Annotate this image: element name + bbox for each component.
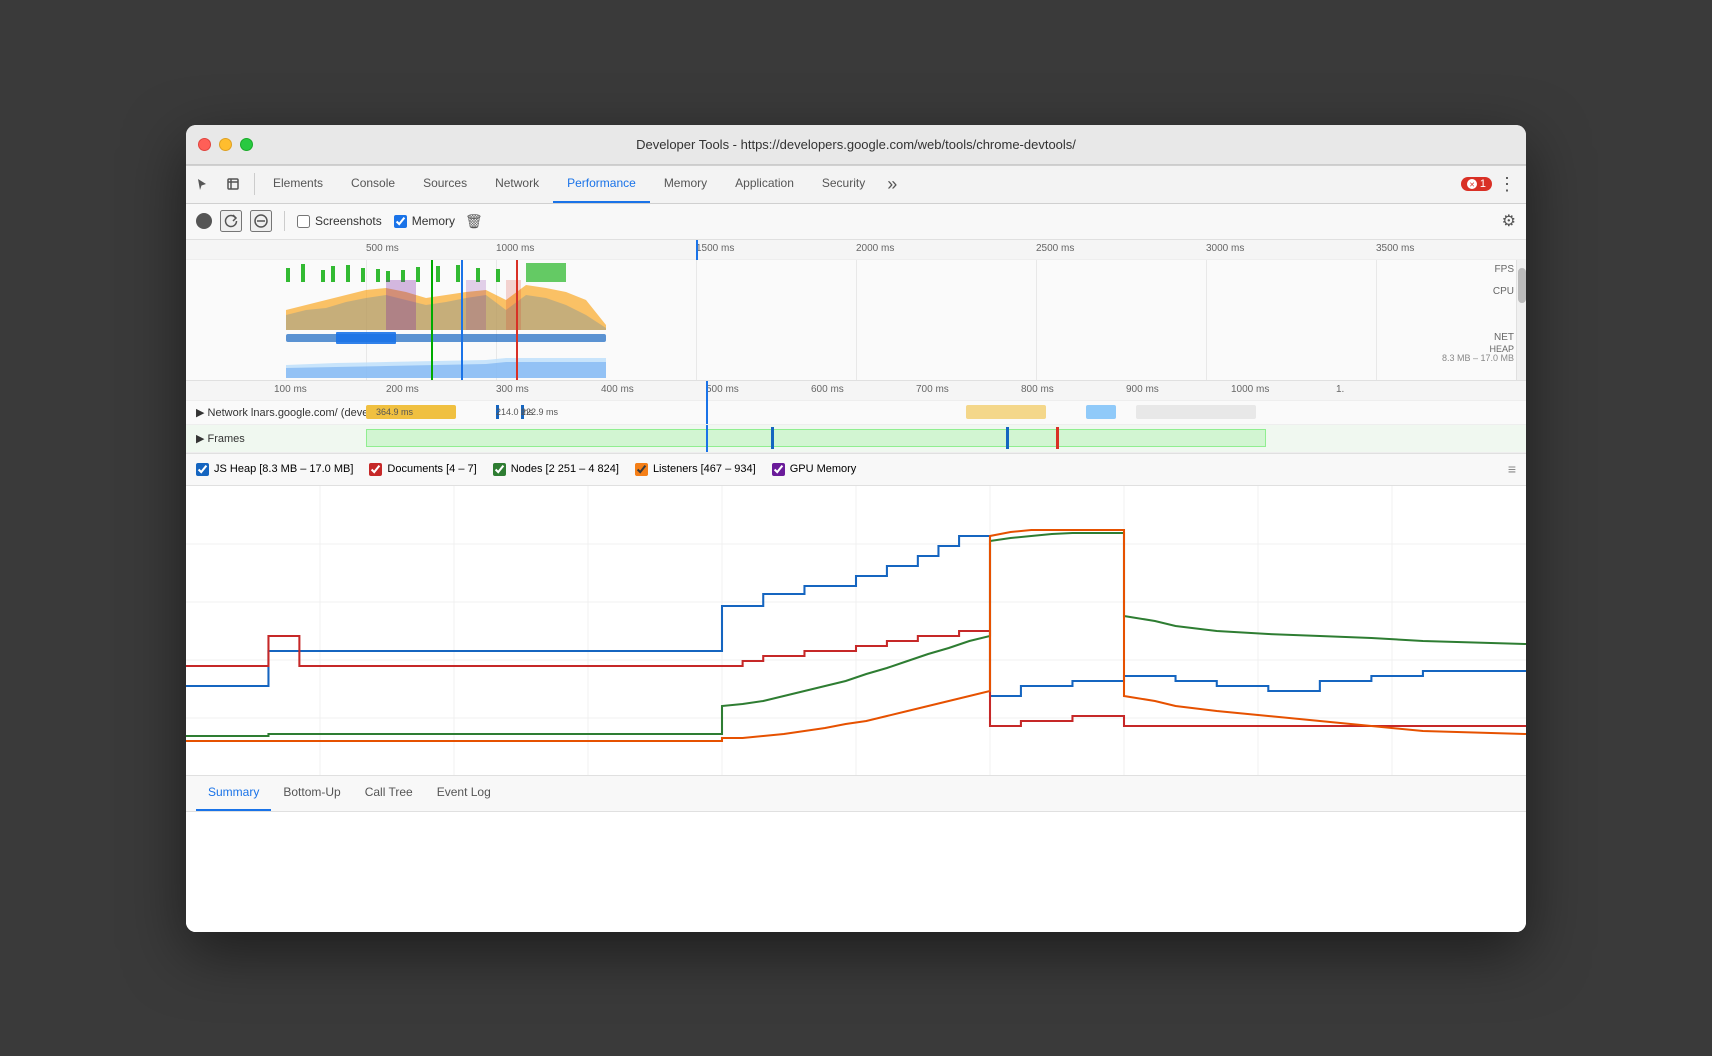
- reload-record-button[interactable]: [220, 210, 242, 232]
- frame-marker-3: [1056, 427, 1059, 449]
- bottom-tabs: Summary Bottom-Up Call Tree Event Log: [186, 776, 1526, 812]
- settings-icon[interactable]: ⚙: [1502, 211, 1516, 231]
- bottom-content: [186, 812, 1526, 932]
- tab-elements[interactable]: Elements: [259, 166, 337, 204]
- lower-blue-marker: [706, 401, 708, 424]
- tab-application[interactable]: Application: [721, 166, 808, 204]
- devtools-body: Elements Console Sources Network Perform…: [186, 165, 1526, 932]
- memory-graph: [186, 486, 1526, 776]
- tab-sources[interactable]: Sources: [409, 166, 481, 204]
- frames-row: ▶ Frames: [186, 425, 1526, 453]
- record-button[interactable]: [196, 213, 212, 229]
- time-2500ms: 2500 ms: [1036, 243, 1074, 254]
- legend-menu-icon[interactable]: ≡: [1508, 461, 1516, 477]
- time-3500ms: 3500 ms: [1376, 243, 1414, 254]
- upper-blue-marker: [696, 240, 698, 260]
- heap-range: 8.3 MB – 17.0 MB: [1442, 353, 1514, 363]
- frames-blue-marker: [706, 425, 708, 452]
- timing-1: 364.9 ms: [376, 407, 413, 417]
- inspect-icon[interactable]: [220, 171, 246, 197]
- cpu-label: CPU: [1493, 286, 1514, 297]
- more-tabs-icon[interactable]: »: [879, 174, 905, 195]
- frame-marker-1: [771, 427, 774, 449]
- svg-text:✕: ✕: [1469, 182, 1475, 189]
- memory-legend: JS Heap [8.3 MB – 17.0 MB] Documents [4 …: [186, 454, 1526, 486]
- network-row: ▶ Network lnars.google.com/ (developers.…: [186, 401, 1526, 425]
- toolbar-icons: [190, 171, 246, 197]
- timeline-upper: 500 ms 1000 ms 1500 ms 2000 ms 2500 ms 3…: [186, 240, 1526, 381]
- frames-label: ▶ Frames: [186, 432, 245, 445]
- error-badge: ✕ 1: [1461, 177, 1492, 191]
- memory-checkbox-label[interactable]: Memory: [394, 214, 455, 228]
- scrollbar[interactable]: [1516, 260, 1526, 380]
- time-scale-lower: 100 ms 200 ms 300 ms 400 ms 500 ms 600 m…: [186, 381, 1526, 401]
- timing-3: 222.9 ms: [521, 407, 558, 417]
- green-marker: [431, 260, 433, 380]
- divider: [284, 211, 285, 231]
- divider: [254, 173, 255, 195]
- tab-bar: Elements Console Sources Network Perform…: [186, 166, 1526, 204]
- tab-call-tree[interactable]: Call Tree: [353, 775, 425, 811]
- fps-chart: [186, 260, 1526, 282]
- screenshots-checkbox[interactable]: [297, 215, 310, 228]
- time-3000ms: 3000 ms: [1206, 243, 1244, 254]
- blue-marker: [461, 260, 463, 380]
- time-1500ms: 1500 ms: [696, 243, 734, 254]
- menu-icon[interactable]: ⋮: [1492, 174, 1522, 195]
- tab-memory[interactable]: Memory: [650, 166, 721, 204]
- performance-toolbar: Screenshots Memory 🗑 ⚙: [186, 204, 1526, 240]
- screenshots-checkbox-label[interactable]: Screenshots: [297, 214, 382, 228]
- tab-summary[interactable]: Summary: [196, 775, 271, 811]
- frames-area: [366, 429, 1266, 447]
- cpu-chart: [186, 280, 1526, 330]
- timeline-lower-section: 100 ms 200 ms 300 ms 400 ms 500 ms 600 m…: [186, 381, 1526, 454]
- net-chart: [186, 330, 1526, 348]
- listeners-legend: Listeners [467 – 934]: [635, 463, 756, 476]
- tab-bottom-up[interactable]: Bottom-Up: [271, 775, 352, 811]
- devtools-window: Developer Tools - https://developers.goo…: [186, 125, 1526, 932]
- red-marker: [516, 260, 518, 380]
- js-heap-legend: JS Heap [8.3 MB – 17.0 MB]: [196, 463, 353, 476]
- lower-blue-marker-top: [706, 381, 708, 401]
- documents-legend: Documents [4 – 7]: [369, 463, 476, 476]
- gpu-memory-checkbox[interactable]: [772, 463, 785, 476]
- tab-performance[interactable]: Performance: [553, 166, 650, 204]
- maximize-button[interactable]: [240, 138, 253, 151]
- time-500ms: 500 ms: [366, 243, 399, 254]
- tab-console[interactable]: Console: [337, 166, 409, 204]
- network-bar-6: [1136, 405, 1256, 419]
- mini-charts: FPS CPU NET HEAP 8.3 MB – 17.0 MB: [186, 260, 1526, 380]
- network-bar-4: [966, 405, 1046, 419]
- minimize-button[interactable]: [219, 138, 232, 151]
- memory-svg: [186, 486, 1526, 776]
- time-1000ms: 1000 ms: [496, 243, 534, 254]
- time-2000ms: 2000 ms: [856, 243, 894, 254]
- tab-security[interactable]: Security: [808, 166, 879, 204]
- heap-chart: [186, 350, 1526, 378]
- titlebar: Developer Tools - https://developers.goo…: [186, 125, 1526, 165]
- nodes-legend: Nodes [2 251 – 4 824]: [493, 463, 619, 476]
- tab-event-log[interactable]: Event Log: [425, 775, 503, 811]
- network-bar-5: [1086, 405, 1116, 419]
- tab-network[interactable]: Network: [481, 166, 553, 204]
- scrollbar-thumb[interactable]: [1518, 268, 1526, 303]
- documents-checkbox[interactable]: [369, 463, 382, 476]
- time-scale-top: 500 ms 1000 ms 1500 ms 2000 ms 2500 ms 3…: [186, 240, 1526, 260]
- close-button[interactable]: [198, 138, 211, 151]
- fps-label: FPS: [1495, 264, 1514, 275]
- window-title: Developer Tools - https://developers.goo…: [636, 137, 1076, 152]
- error-icon: ✕: [1467, 179, 1477, 189]
- cursor-icon[interactable]: [190, 171, 216, 197]
- clear-button[interactable]: [250, 210, 272, 232]
- delete-button[interactable]: 🗑: [465, 213, 483, 230]
- net-label: NET: [1494, 332, 1514, 343]
- gpu-memory-legend: GPU Memory: [772, 463, 857, 476]
- frame-marker-2: [1006, 427, 1009, 449]
- nodes-checkbox[interactable]: [493, 463, 506, 476]
- memory-checkbox[interactable]: [394, 215, 407, 228]
- listeners-checkbox[interactable]: [635, 463, 648, 476]
- traffic-lights: [198, 138, 253, 151]
- js-heap-checkbox[interactable]: [196, 463, 209, 476]
